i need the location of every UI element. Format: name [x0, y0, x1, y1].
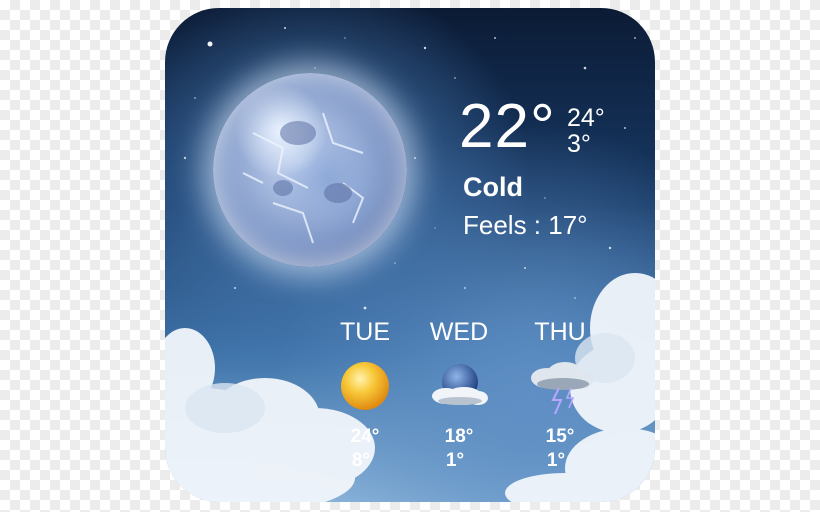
- weather-widget[interactable]: 22° 24° 3° Cold Feels : 17° TUE WED THU: [165, 8, 655, 502]
- current-temperature: 22°: [459, 92, 556, 161]
- forecast-high-tue: 24°: [350, 426, 380, 447]
- thunderstorm-icon: [531, 362, 593, 415]
- forecast-low-thu: 1°: [546, 450, 566, 471]
- feels-like: Feels : 17°: [463, 210, 588, 240]
- forecast-day-thu: THU: [534, 318, 586, 346]
- forecast-high-wed: 18°: [444, 426, 474, 447]
- forecast-day-tue: TUE: [340, 318, 390, 346]
- moon-icon: [213, 73, 407, 267]
- forecast-day-wed: WED: [429, 318, 489, 346]
- forecast-high-thu: 15°: [545, 426, 575, 447]
- sun-icon: [341, 362, 389, 410]
- high-temperature: 24°: [567, 104, 605, 132]
- weather-condition: Cold: [463, 172, 523, 202]
- forecast-low-wed: 1°: [445, 450, 465, 471]
- low-temperature: 3°: [567, 130, 591, 158]
- cloudy-night-icon: [432, 364, 488, 405]
- forecast-low-tue: 8°: [351, 450, 371, 471]
